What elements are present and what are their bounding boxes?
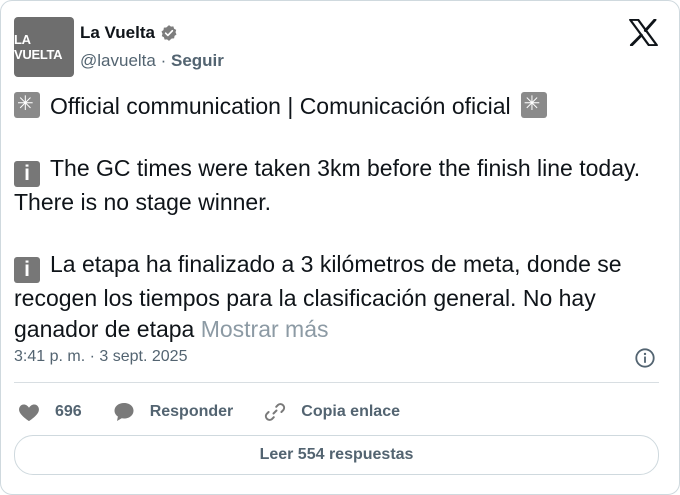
- show-more-link[interactable]: Mostrar más: [201, 316, 329, 342]
- like-count: 696: [55, 403, 82, 420]
- timestamp-separator: ·: [89, 348, 95, 365]
- author-name[interactable]: La Vuelta: [80, 23, 155, 43]
- author-handle-row: @lavuelta · Seguir: [80, 51, 224, 71]
- read-replies-label: Leer 554 respuestas: [259, 446, 414, 463]
- tweet-timestamp[interactable]: 3:41 p. m. · 3 sept. 2025: [14, 348, 659, 366]
- tweet-date: 3 sept. 2025: [99, 348, 188, 365]
- avatar-logo-text: LA VUELTA: [14, 32, 63, 62]
- heart-icon: [19, 404, 39, 421]
- copy-link-label: Copia enlace: [301, 403, 400, 420]
- author-handle[interactable]: @lavuelta: [80, 51, 156, 70]
- information-emoji: i: [14, 257, 40, 283]
- rotating-light-emoji: [520, 89, 547, 120]
- tweet-time: 3:41 p. m.: [14, 348, 86, 365]
- reply-label: Responder: [149, 403, 234, 420]
- tweet-paragraph-3: i La etapa ha finalizado a 3 kilómetros d…: [14, 249, 664, 345]
- reply-button[interactable]: Responder: [112, 400, 234, 424]
- information-emoji: i: [14, 161, 40, 187]
- rotating-light-emoji: [14, 89, 40, 120]
- author-name-row: La Vuelta: [80, 23, 178, 43]
- read-replies-button[interactable]: Leer 554 respuestas: [14, 435, 659, 475]
- follow-button[interactable]: Seguir: [171, 51, 224, 70]
- tweet-line-official: Official communication | Comunicación of…: [50, 93, 511, 119]
- speech-bubble-icon: [114, 403, 134, 421]
- like-button[interactable]: 696: [17, 400, 82, 424]
- info-circle-icon[interactable]: [634, 347, 656, 369]
- link-icon: [265, 403, 286, 421]
- divider: [14, 382, 659, 383]
- x-logo-icon[interactable]: [629, 19, 658, 46]
- copy-link-button[interactable]: Copia enlace: [263, 400, 400, 424]
- avatar[interactable]: LA VUELTA: [14, 17, 74, 77]
- tweet-text: Official communication | Comunicación of…: [14, 89, 664, 345]
- tweet-line-english: The GC times were taken 3km before the f…: [14, 155, 641, 215]
- action-bar: 696 Responder Copia enlace: [14, 399, 400, 425]
- handle-separator: ·: [160, 51, 167, 70]
- tweet-paragraph-2: i The GC times were taken 3km before the …: [14, 153, 664, 218]
- tweet-paragraph-1: Official communication | Comunicación of…: [14, 89, 664, 122]
- verified-badge-icon: [161, 25, 177, 41]
- tweet-card: LA VUELTA La Vuelta @lavuelta · Seguir O…: [0, 0, 680, 495]
